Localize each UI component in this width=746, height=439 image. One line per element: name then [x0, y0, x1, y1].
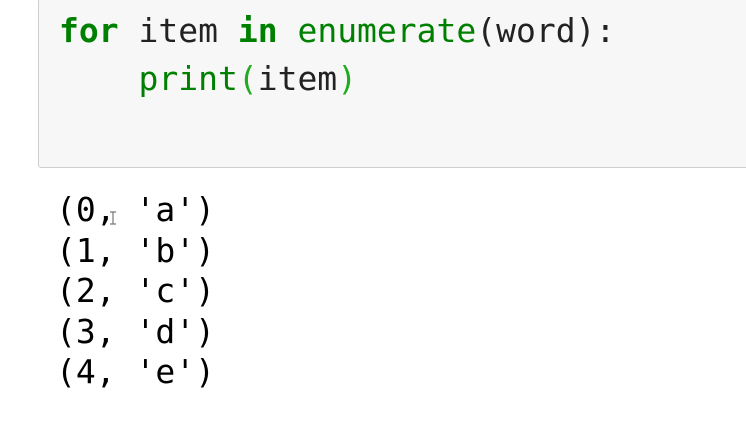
matched-close-paren: ) — [337, 59, 358, 98]
output-line: (2, 'c') — [56, 271, 215, 310]
text-cursor-icon — [110, 211, 116, 225]
code-editor[interactable]: for item in enumerate(word): print(item) — [59, 7, 615, 103]
code-cell-input[interactable]: for item in enumerate(word): print(item) — [38, 0, 746, 168]
loop-variable: item — [118, 11, 238, 50]
enumerate-args: (word): — [476, 11, 616, 50]
builtin-enumerate: enumerate — [297, 11, 477, 50]
output-line: (4, 'e') — [56, 352, 215, 391]
output-line: (1, 'b') — [56, 230, 215, 270]
notebook-view: for item in enumerate(word): print(item)… — [0, 0, 746, 439]
print-arg: item — [257, 59, 338, 98]
cell-output: (0, 'a') (1, 'b') (2, 'c') (3, 'd') (4, 'e') — [56, 190, 215, 393]
code-line-1: for item in enumerate(word): — [59, 11, 615, 50]
keyword-for: for — [59, 11, 119, 50]
code-line-2: print(item) — [59, 59, 357, 98]
builtin-print: print — [138, 59, 238, 98]
keyword-in: in — [237, 11, 278, 50]
output-line: (0, 'a') — [56, 190, 215, 229]
matched-open-paren: ( — [237, 59, 258, 98]
output-line: (3, 'd') — [56, 311, 215, 351]
